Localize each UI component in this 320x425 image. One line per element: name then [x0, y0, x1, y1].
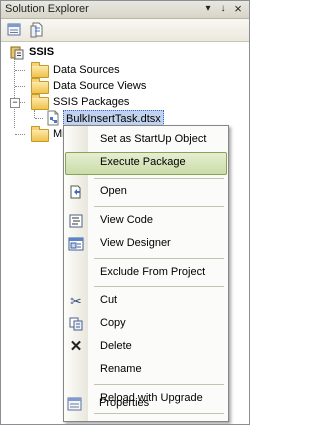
- folder-icon: [31, 62, 49, 78]
- title-bar: Solution Explorer ▾ ↓ ×: [1, 1, 249, 19]
- tree-item-label: Data Source Views: [53, 80, 147, 92]
- tree-root-ssis[interactable]: SSIS: [9, 44, 129, 60]
- menu-item-execute-package[interactable]: Execute Package: [64, 152, 228, 175]
- cut-icon: ✂: [70, 293, 82, 309]
- menu-item-view-designer[interactable]: View Designer: [64, 233, 228, 255]
- folder-icon: [31, 126, 49, 142]
- menu-item-label: View Designer: [100, 237, 171, 249]
- menu-item-label: Rename: [100, 363, 142, 375]
- open-icon: [68, 184, 84, 200]
- context-menu: Set as StartUp Object Execute Package Op…: [63, 125, 229, 422]
- tree-item-data-sources[interactable]: Data Sources: [25, 62, 185, 78]
- properties-icon: [67, 396, 83, 412]
- menu-item-label: Set as StartUp Object: [100, 133, 207, 145]
- menu-item-exclude-from-project[interactable]: Exclude From Project: [64, 262, 228, 284]
- collapse-icon[interactable]: −: [10, 98, 20, 108]
- tree-root-label: SSIS: [29, 46, 55, 58]
- menu-item-view-code[interactable]: View Code: [64, 210, 228, 232]
- tree-item-ssis-packages[interactable]: SSIS Packages: [25, 94, 185, 110]
- dropdown-icon[interactable]: ▾: [202, 3, 214, 15]
- tree-item-data-source-views[interactable]: Data Source Views: [25, 78, 185, 94]
- tree-item-bulkinserttask[interactable]: BulkInsertTask.dtsx: [45, 110, 195, 128]
- menu-item-label: Cut: [100, 294, 118, 306]
- menu-item-rename[interactable]: Rename: [64, 359, 228, 381]
- menu-item-delete[interactable]: ✕ Delete: [64, 336, 228, 358]
- menu-item-label: Exclude From Project: [100, 266, 206, 278]
- menu-item-label: Execute Package: [100, 156, 186, 168]
- folder-icon: [31, 78, 49, 94]
- properties-icon[interactable]: [7, 22, 23, 38]
- tree-item-label: SSIS Packages: [53, 96, 130, 108]
- menu-item-cut[interactable]: ✂ Cut: [64, 290, 228, 312]
- project-icon: [9, 44, 25, 60]
- menu-item-label: Properties: [99, 397, 150, 409]
- folder-icon: [31, 94, 49, 110]
- menu-item-open[interactable]: Open: [64, 181, 228, 203]
- view-code-icon: [68, 213, 84, 229]
- menu-item-label: Copy: [100, 317, 126, 329]
- show-all-files-icon[interactable]: [29, 22, 45, 38]
- menu-item-set-as-startup-object[interactable]: Set as StartUp Object: [64, 129, 228, 151]
- window-title: Solution Explorer: [5, 3, 89, 15]
- pin-icon[interactable]: ↓: [217, 3, 229, 15]
- solution-explorer-window: Solution Explorer ▾ ↓ × SSIS Data Source…: [0, 0, 250, 425]
- close-icon[interactable]: ×: [232, 2, 244, 15]
- delete-icon: ✕: [69, 338, 83, 355]
- menu-item-label: View Code: [100, 214, 153, 226]
- view-designer-icon: [68, 236, 84, 252]
- package-file-icon: [45, 110, 61, 126]
- toolbar: [1, 19, 249, 42]
- menu-item-label: Delete: [100, 340, 132, 352]
- menu-item-properties[interactable]: Properties: [63, 393, 227, 415]
- menu-item-label: Open: [100, 185, 127, 197]
- menu-item-copy[interactable]: Copy: [64, 313, 228, 335]
- copy-icon: [68, 316, 84, 332]
- tree-item-label: Data Sources: [53, 64, 120, 76]
